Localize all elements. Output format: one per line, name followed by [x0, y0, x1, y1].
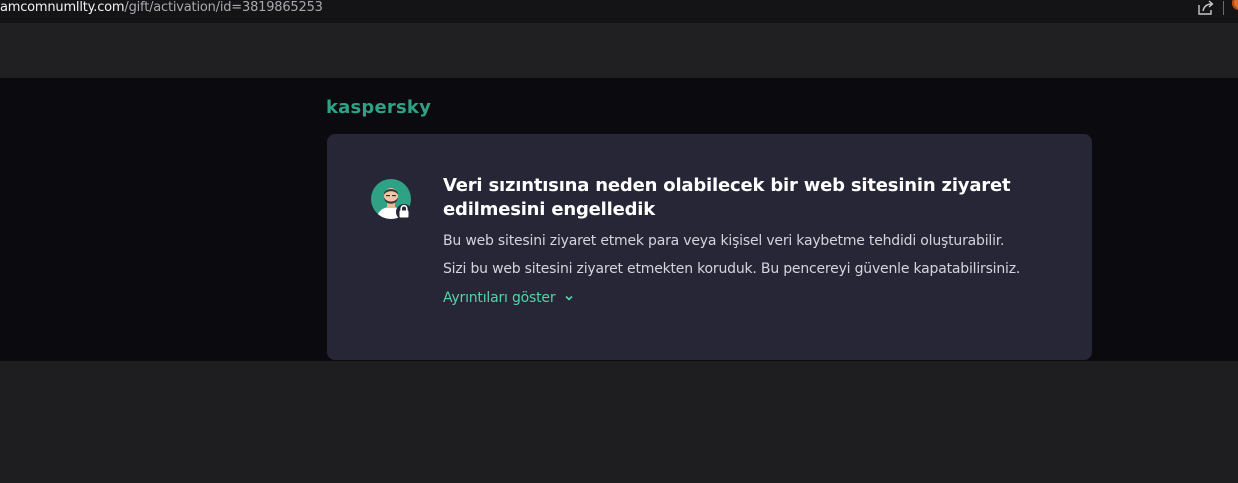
share-icon[interactable] — [1197, 0, 1215, 16]
show-details-label: Ayrıntıları göster — [443, 290, 556, 306]
kaspersky-logo: kaspersky — [326, 97, 432, 118]
chevron-down-icon — [565, 295, 573, 301]
show-details-link[interactable]: Ayrıntıları göster — [443, 288, 575, 308]
warning-message-risk: Bu web sitesini ziyaret etmek para veya … — [443, 233, 1005, 249]
page-background — [0, 361, 1238, 483]
warning-title: Veri sızıntısına neden olabilecek bir we… — [443, 175, 1011, 220]
browser-address-bar: amcomnumllty.com/gift/activation/id=3819… — [0, 0, 1238, 23]
url-host: amcomnumllty.com — [0, 0, 125, 15]
extension-icon[interactable] — [1232, 0, 1238, 10]
user-lock-icon — [371, 179, 412, 220]
browser-toolbar — [0, 23, 1238, 78]
url-path: /gift/activation/id=3819865253 — [124, 0, 323, 15]
url-field[interactable]: amcomnumllty.com/gift/activation/id=3819… — [0, 0, 323, 16]
toolbar-divider — [1223, 1, 1224, 15]
warning-message-protected: Sizi bu web sitesini ziyaret etmekten ko… — [443, 261, 1021, 277]
